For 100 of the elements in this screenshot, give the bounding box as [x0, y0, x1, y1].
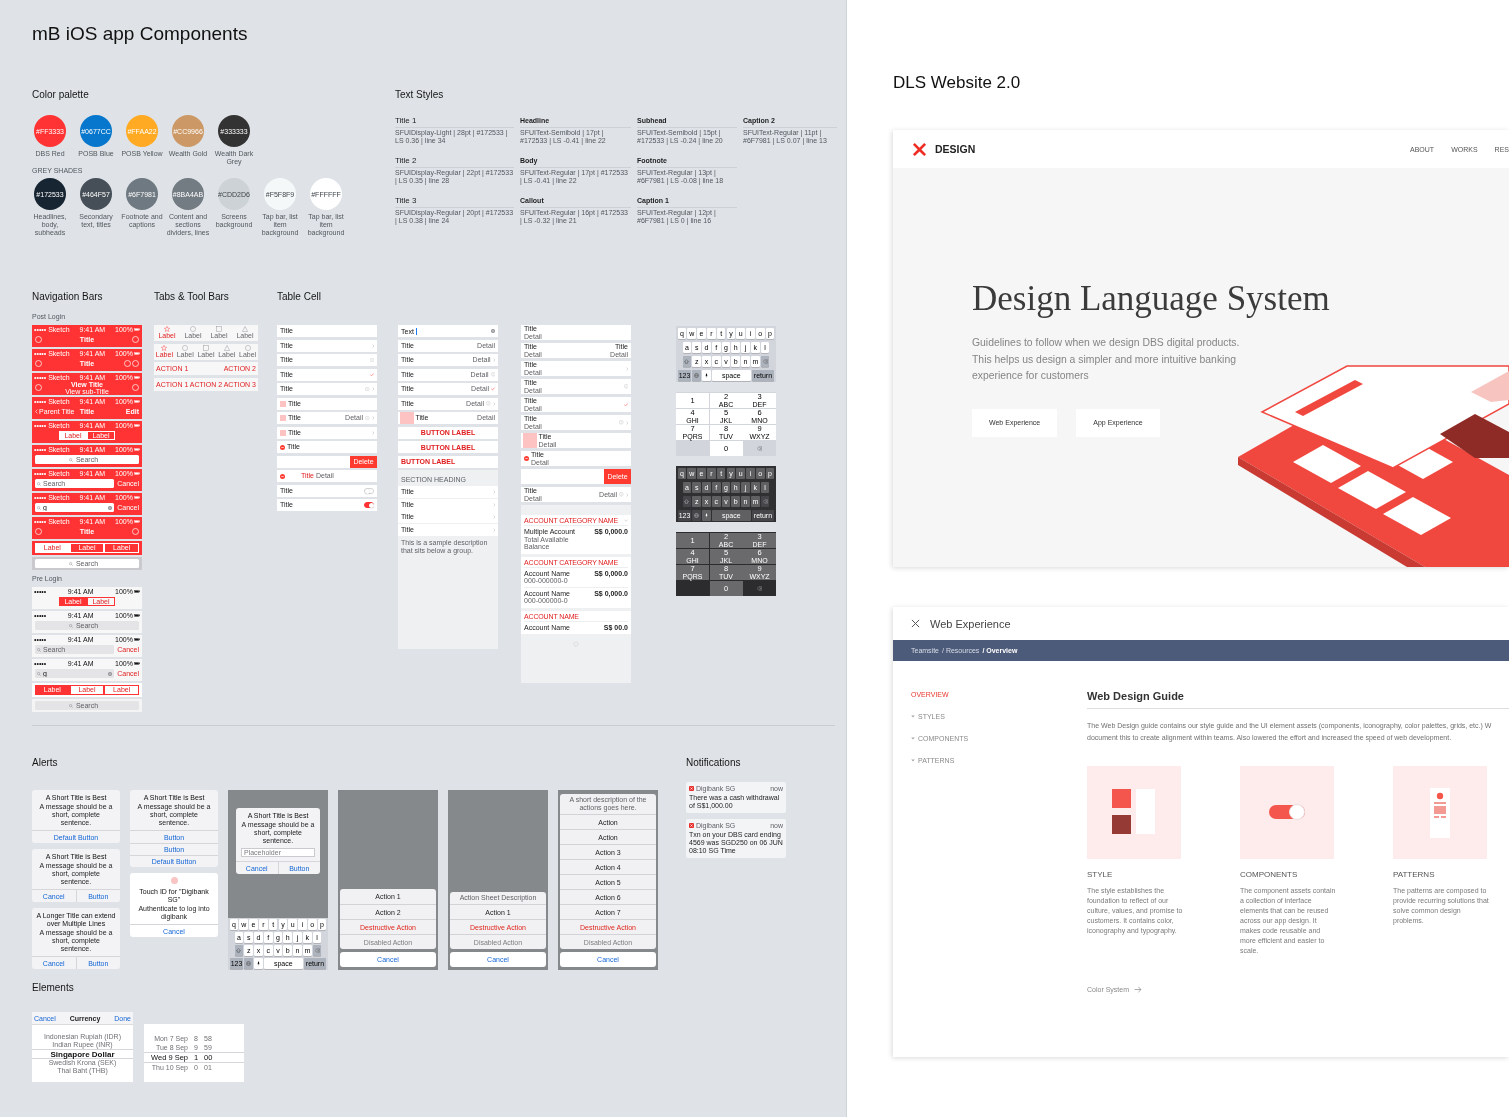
globe-icon [246, 960, 251, 966]
globe-key[interactable] [244, 958, 253, 969]
clear-icon[interactable] [108, 505, 113, 510]
picker-option: Singapore Dollar [32, 1048, 133, 1059]
image-placeholder [280, 400, 286, 407]
hero-intro: Guidelines to follow when we design DBS digital products. This helps us design a simpler and more intuitive banking experience for customers [972, 336, 1241, 383]
board-title: mB iOS app Components [32, 22, 248, 46]
section-heading: Color palette [32, 89, 89, 101]
info-icon [486, 401, 491, 406]
delete-control-icon[interactable] [280, 473, 285, 479]
delete-key[interactable] [312, 945, 322, 956]
style-name: Title 1 [395, 116, 417, 125]
microphone-key[interactable] [702, 369, 711, 381]
search-icon [37, 481, 41, 486]
circle-icon [190, 326, 196, 333]
brand-name: DESIGN [935, 143, 976, 155]
info-icon [619, 420, 624, 425]
search-icon [37, 505, 41, 510]
microphone-icon [256, 960, 260, 966]
shift-key[interactable] [234, 945, 244, 956]
delete-icon [757, 445, 762, 451]
circle-icon[interactable] [132, 336, 139, 343]
guide-heading: Web Design Guide [1087, 690, 1509, 709]
shift-icon [684, 358, 690, 364]
triangle-icon [242, 326, 248, 333]
star-icon [164, 326, 170, 333]
checkmark-icon [370, 372, 374, 377]
battery-icon [134, 519, 140, 523]
circle-icon[interactable] [132, 360, 139, 367]
toggle-switch[interactable] [364, 502, 374, 508]
circle-icon[interactable] [132, 528, 139, 535]
battery-icon [134, 447, 140, 451]
info-icon [490, 372, 495, 377]
microphone-key[interactable] [254, 958, 263, 969]
battery-icon [134, 471, 140, 475]
close-icon[interactable] [911, 619, 920, 628]
circle-icon[interactable] [132, 384, 139, 391]
delete-icon [762, 358, 768, 364]
battery-icon [134, 661, 140, 665]
clear-icon[interactable] [108, 671, 113, 676]
battery-icon [134, 423, 140, 427]
app-icon [689, 822, 694, 828]
search-icon [37, 647, 41, 652]
circle-icon [182, 344, 189, 351]
battery-icon [134, 589, 140, 593]
image-placeholder [280, 415, 286, 421]
info-icon [365, 386, 370, 392]
microphone-icon [704, 512, 708, 518]
battery-icon [134, 375, 140, 379]
battery-icon [134, 495, 140, 499]
search-icon [69, 703, 73, 708]
shift-key[interactable] [682, 495, 692, 507]
info-icon [619, 492, 624, 497]
image-placeholder [280, 429, 286, 436]
delete-icon [762, 498, 768, 504]
circle-icon[interactable] [35, 384, 42, 391]
microphone-icon [704, 372, 708, 378]
clear-icon[interactable] [491, 329, 495, 333]
microphone-key[interactable] [702, 509, 711, 521]
card-title: STYLE [1087, 870, 1114, 880]
cross-logo-icon [912, 141, 927, 157]
search-icon [69, 561, 73, 566]
shift-icon [236, 947, 242, 953]
search-icon [37, 671, 41, 676]
battery-icon [134, 351, 140, 355]
globe-key[interactable] [692, 509, 701, 521]
battery-icon [134, 399, 140, 403]
circle-icon [170, 877, 178, 884]
circle-icon[interactable] [35, 528, 42, 535]
battery-icon [134, 637, 140, 641]
globe-key[interactable] [692, 369, 701, 381]
delete-control-icon[interactable] [280, 444, 285, 450]
shift-key[interactable] [682, 355, 692, 367]
hero-heading: Design Language System [972, 281, 1330, 317]
globe-icon [694, 512, 699, 518]
delete-key[interactable] [760, 495, 770, 507]
panel-title: Web Experience [930, 617, 1011, 630]
delete-key[interactable] [760, 355, 770, 367]
section-heading: Alerts [32, 757, 58, 769]
image-placeholder [399, 412, 414, 424]
section-heading: Navigation Bars [32, 291, 103, 303]
style-name: Title 2 [395, 156, 417, 165]
circle-icon[interactable] [35, 336, 42, 343]
chevron-right-icon [492, 490, 495, 494]
card-title: COMPONENTS [1240, 870, 1299, 880]
text-cursor-icon [416, 327, 417, 335]
shift-icon [684, 498, 690, 504]
section-heading: Elements [32, 982, 74, 994]
app-icon [689, 785, 694, 791]
delete-control-icon[interactable] [524, 456, 529, 461]
caret-down-icon [911, 759, 915, 762]
search-icon [69, 623, 73, 628]
section-heading: Notifications [686, 757, 741, 769]
circle-icon[interactable] [123, 360, 131, 367]
section-heading: Text Styles [395, 89, 444, 101]
info-icon [623, 384, 628, 389]
delete-icon [757, 585, 762, 591]
caret-down-icon [911, 715, 915, 718]
chevron-right-icon [492, 358, 495, 362]
circle-icon[interactable] [35, 360, 42, 367]
